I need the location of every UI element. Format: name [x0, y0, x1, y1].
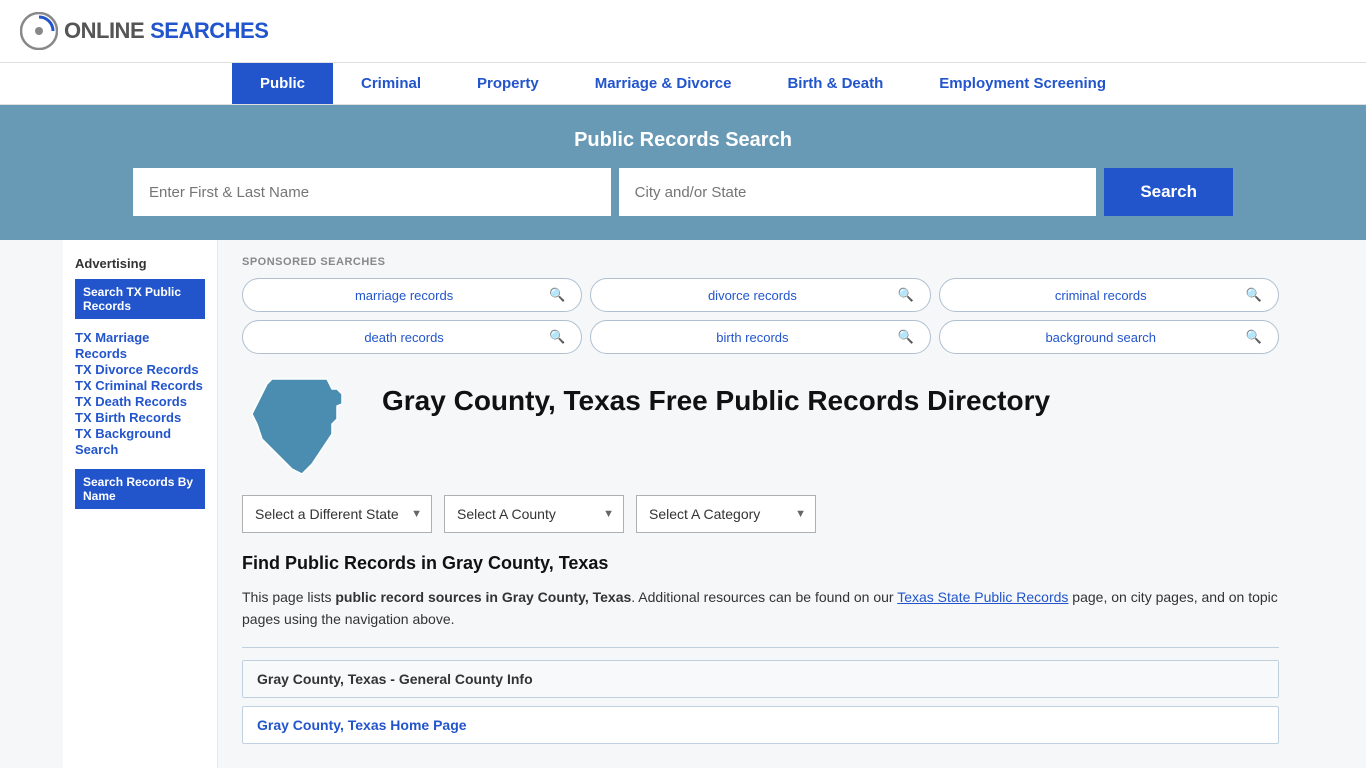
tag-divorce-records-text: divorce records [607, 288, 897, 303]
logo-text-online: ONLINE [64, 18, 144, 44]
info-section-1: Gray County, Texas - General County Info [242, 660, 1279, 698]
state-dropdown-wrapper: Select a Different State ▼ [242, 495, 432, 533]
nav-item-employment[interactable]: Employment Screening [911, 63, 1134, 104]
find-desc-part1: This page lists [242, 589, 335, 605]
nav-item-criminal[interactable]: Criminal [333, 63, 449, 104]
logo-icon [20, 12, 58, 50]
logo-text-searches: SEARCHES [150, 18, 268, 44]
tag-birth-records[interactable]: birth records 🔍 [590, 320, 930, 354]
tag-marriage-records-text: marriage records [259, 288, 549, 303]
directory-title: Gray County, Texas Free Public Records D… [382, 374, 1050, 418]
tag-birth-records-text: birth records [607, 330, 897, 345]
info-section-1-title: Gray County, Texas - General County Info [243, 661, 1278, 697]
tag-background-search-text: background search [956, 330, 1246, 345]
sidebar-link-death[interactable]: TX Death Records [75, 394, 187, 409]
state-dropdown[interactable]: Select a Different State [242, 495, 432, 533]
search-icon-5: 🔍 [1246, 329, 1262, 345]
county-dropdown[interactable]: Select A County [444, 495, 624, 533]
sidebar-link-marriage[interactable]: TX Marriage Records [75, 330, 149, 361]
tag-criminal-records-text: criminal records [956, 288, 1246, 303]
category-dropdown[interactable]: Select A Category [636, 495, 816, 533]
sidebar: Advertising Search TX Public Records TX … [63, 240, 218, 768]
tag-marriage-records[interactable]: marriage records 🔍 [242, 278, 582, 312]
directory-header: Gray County, Texas Free Public Records D… [242, 374, 1279, 479]
search-icon-3: 🔍 [549, 329, 565, 345]
county-dropdown-wrapper: Select A County ▼ [444, 495, 624, 533]
tag-death-records-text: death records [259, 330, 549, 345]
find-desc: This page lists public record sources in… [242, 586, 1279, 631]
logo-area: ONLINE SEARCHES [20, 12, 1346, 50]
dropdowns-row: Select a Different State ▼ Select A Coun… [242, 495, 1279, 533]
nav-item-birth-death[interactable]: Birth & Death [759, 63, 911, 104]
search-button[interactable]: Search [1104, 168, 1233, 216]
nav-item-public[interactable]: Public [232, 63, 333, 104]
search-icon-0: 🔍 [549, 287, 565, 303]
search-by-name-button[interactable]: Search Records By Name [75, 469, 205, 509]
nav-bar: Public Criminal Property Marriage & Divo… [0, 62, 1366, 105]
find-desc-link[interactable]: Texas State Public Records [897, 589, 1068, 605]
find-desc-bold: public record sources in Gray County, Te… [335, 589, 631, 605]
sidebar-link-divorce[interactable]: TX Divorce Records [75, 362, 199, 377]
search-icon-1: 🔍 [897, 287, 913, 303]
tag-divorce-records[interactable]: divorce records 🔍 [590, 278, 930, 312]
name-input[interactable] [133, 168, 611, 216]
sidebar-link-criminal[interactable]: TX Criminal Records [75, 378, 203, 393]
search-tx-button[interactable]: Search TX Public Records [75, 279, 205, 319]
search-banner-title: Public Records Search [20, 129, 1346, 152]
find-title: Find Public Records in Gray County, Texa… [242, 553, 1279, 574]
divider [242, 647, 1279, 648]
search-tags-grid: marriage records 🔍 divorce records 🔍 cri… [242, 278, 1279, 354]
city-input[interactable] [619, 168, 1097, 216]
tag-death-records[interactable]: death records 🔍 [242, 320, 582, 354]
sponsored-label: SPONSORED SEARCHES [242, 256, 1279, 268]
search-icon-4: 🔍 [897, 329, 913, 345]
advertising-label: Advertising [75, 256, 205, 271]
content-area: SPONSORED SEARCHES marriage records 🔍 di… [218, 240, 1303, 768]
info-section-2: Gray County, Texas Home Page [242, 706, 1279, 744]
search-icon-2: 🔍 [1246, 287, 1262, 303]
sidebar-links: TX Marriage Records TX Divorce Records T… [75, 329, 205, 457]
sidebar-link-background[interactable]: TX Background Search [75, 426, 171, 457]
search-banner: Public Records Search Search [0, 105, 1366, 240]
sidebar-link-birth[interactable]: TX Birth Records [75, 410, 181, 425]
texas-map-icon [242, 374, 362, 479]
info-section-2-title[interactable]: Gray County, Texas Home Page [243, 707, 1278, 743]
nav-item-property[interactable]: Property [449, 63, 567, 104]
find-desc-part2: . Additional resources can be found on o… [631, 589, 897, 605]
nav-item-marriage-divorce[interactable]: Marriage & Divorce [567, 63, 760, 104]
tag-criminal-records[interactable]: criminal records 🔍 [939, 278, 1279, 312]
category-dropdown-wrapper: Select A Category ▼ [636, 495, 816, 533]
tag-background-search[interactable]: background search 🔍 [939, 320, 1279, 354]
